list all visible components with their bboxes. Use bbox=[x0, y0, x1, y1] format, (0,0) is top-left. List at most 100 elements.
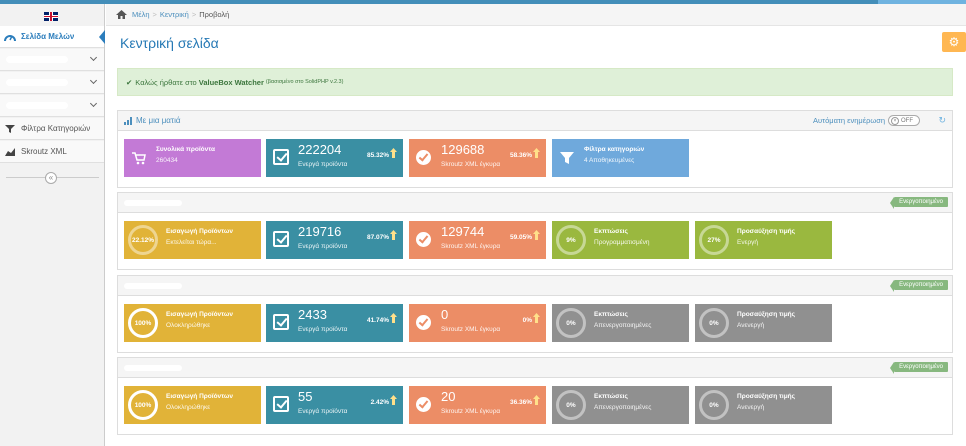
import-products-tile[interactable]: 100% Εισαγωγή Προϊόντων Ολοκληρώθηκε bbox=[124, 304, 261, 342]
skroutz-xml-tile[interactable]: 129688 Skroutz XML έγκυρα 58.36% bbox=[409, 139, 546, 177]
progress-ring: 0% bbox=[556, 390, 586, 420]
chevron-down-icon bbox=[89, 99, 98, 108]
toggle-label: OFF bbox=[901, 117, 913, 124]
discounts-tile[interactable]: 0% Εκπτώσεις Απενεργοποιημένες bbox=[552, 386, 689, 424]
tile-label: Ενεργά προϊόντα bbox=[298, 408, 348, 415]
redacted-shop-name bbox=[124, 364, 182, 371]
overview-panel-header: Με μια ματιά Αυτόματη ενημέρωση × OFF ↻ bbox=[118, 111, 952, 131]
sidebar-item-label: Φίλτρα Κατηγοριών bbox=[21, 124, 91, 133]
check-circle-icon bbox=[416, 397, 431, 412]
tile-percent: 85.32% bbox=[366, 152, 389, 159]
tile-percent: 58.36% bbox=[509, 152, 532, 159]
arrow-up-icon bbox=[533, 148, 540, 158]
cart-icon bbox=[132, 152, 146, 165]
arrow-up-icon bbox=[390, 230, 397, 240]
active-products-tile[interactable]: 222204 Ενεργά προϊόντα 85.32% bbox=[266, 139, 403, 177]
tile-percent: 41.74% bbox=[366, 317, 389, 324]
tile-title: Φίλτρα κατηγοριών bbox=[584, 146, 645, 153]
active-products-tile[interactable]: 55 Ενεργά προϊόντα 2.42% bbox=[266, 386, 403, 424]
toggle-knob-icon: × bbox=[891, 116, 899, 125]
progress-ring: 9% bbox=[556, 225, 586, 255]
checkbox-icon bbox=[273, 149, 289, 165]
shop-panel-header: Ενεργοποιημένο bbox=[118, 276, 952, 296]
sidebar-item-hidden-3[interactable] bbox=[0, 95, 104, 117]
tile-title: Εισαγωγή Προϊόντων bbox=[166, 393, 233, 400]
breadcrumb-current: Προβολή bbox=[199, 10, 230, 19]
sidebar-item-members-page[interactable]: Σελίδα Μελών bbox=[0, 26, 105, 48]
tile-percent: 36.36% bbox=[509, 399, 532, 406]
checkbox-icon bbox=[273, 231, 289, 247]
tile-percent: 2.42% bbox=[370, 399, 389, 406]
autoupdate-toggle[interactable]: × OFF bbox=[888, 115, 920, 126]
progress-ring: 100% bbox=[128, 308, 158, 338]
overview-panel: Με μια ματιά Αυτόματη ενημέρωση × OFF ↻ Σ… bbox=[117, 110, 953, 188]
redacted-label bbox=[6, 56, 68, 63]
home-icon[interactable] bbox=[116, 10, 127, 19]
price-increase-tile[interactable]: 27% Προσαύξηση τιμής Ενεργή bbox=[695, 221, 832, 259]
breadcrumb: Μέλη > Κεντρική > Προβολή bbox=[106, 4, 966, 26]
arrow-up-icon bbox=[390, 313, 397, 323]
welcome-alert: ✔ Καλώς ήρθατε στο ValueBox Watcher (βασ… bbox=[117, 68, 953, 96]
progress-ring: 22.12% bbox=[128, 225, 158, 255]
sidebar-item-category-filters[interactable]: Φίλτρα Κατηγοριών bbox=[0, 118, 104, 140]
gear-icon: ⚙ bbox=[948, 35, 960, 49]
arrow-up-icon bbox=[533, 395, 540, 405]
discounts-tile[interactable]: 0% Εκπτώσεις Απενεργοποιημένες bbox=[552, 304, 689, 342]
sidebar-item-label: Σελίδα Μελών bbox=[21, 32, 75, 41]
overview-title: Με μια ματιά bbox=[136, 116, 181, 125]
active-products-tile[interactable]: 2433 Ενεργά προϊόντα 41.74% bbox=[266, 304, 403, 342]
sidebar-item-skroutz-xml[interactable]: Skroutz XML bbox=[0, 141, 104, 163]
shop-panel: Ενεργοποιημένο 100% Εισαγωγή Προϊόντων Ο… bbox=[117, 357, 953, 435]
skroutz-xml-tile[interactable]: 20 Skroutz XML έγκυρα 36.36% bbox=[409, 386, 546, 424]
check-icon: ✔ bbox=[126, 77, 133, 87]
autoupdate-control: Αυτόματη ενημέρωση × OFF bbox=[813, 115, 920, 126]
category-filters-tile[interactable]: Φίλτρα κατηγοριών 4 Αποθηκευμένες bbox=[552, 139, 689, 177]
settings-gear-button[interactable]: ⚙ bbox=[942, 32, 966, 52]
tile-sub: Ενεργή bbox=[737, 239, 759, 246]
redacted-shop-name bbox=[124, 282, 182, 289]
check-circle-icon bbox=[416, 150, 431, 165]
chevron-down-icon bbox=[89, 76, 98, 85]
discounts-tile[interactable]: 9% Εκπτώσεις Προγραμματισμένη bbox=[552, 221, 689, 259]
tile-label: Skroutz XML έγκυρα bbox=[441, 243, 501, 250]
tile-title: Προσαύξηση τιμής bbox=[737, 311, 796, 318]
shop-panel: Ενεργοποιημένο 22.12% Εισαγωγή Προϊόντων… bbox=[117, 192, 953, 270]
check-circle-icon bbox=[416, 232, 431, 247]
sidebar-item-label: Skroutz XML bbox=[21, 147, 67, 156]
tile-title: Εκπτώσεις bbox=[594, 311, 628, 318]
breadcrumb-link-home[interactable]: Κεντρική bbox=[160, 10, 189, 19]
sidebar-item-hidden-2[interactable] bbox=[0, 72, 104, 94]
tile-sub: Προγραμματισμένη bbox=[594, 239, 650, 246]
progress-ring: 100% bbox=[128, 390, 158, 420]
active-products-tile[interactable]: 219716 Ενεργά προϊόντα 87.07% bbox=[266, 221, 403, 259]
sidebar-item-hidden-1[interactable] bbox=[0, 49, 104, 71]
price-increase-tile[interactable]: 0% Προσαύξηση τιμής Ανενεργή bbox=[695, 386, 832, 424]
import-products-tile[interactable]: 22.12% Εισαγωγή Προϊόντων Εκτελείται τώρ… bbox=[124, 221, 261, 259]
sidebar-collapse-button[interactable]: « bbox=[45, 172, 57, 184]
check-circle-icon bbox=[416, 315, 431, 330]
total-products-tile[interactable]: Συνολικά προϊόντα 260434 bbox=[124, 139, 261, 177]
skroutz-xml-tile[interactable]: 0 Skroutz XML έγκυρα 0% bbox=[409, 304, 546, 342]
filter-icon bbox=[5, 124, 15, 133]
tile-sub: Ολοκληρώθηκε bbox=[166, 322, 211, 329]
tile-value: 129688 bbox=[441, 142, 485, 157]
tile-label: Skroutz XML έγκυρα bbox=[441, 161, 501, 168]
import-products-tile[interactable]: 100% Εισαγωγή Προϊόντων Ολοκληρώθηκε bbox=[124, 386, 261, 424]
tile-title: Εισαγωγή Προϊόντων bbox=[166, 228, 233, 235]
autoupdate-label: Αυτόματη ενημέρωση bbox=[813, 116, 885, 125]
tile-sub: Απενεργοποιημένες bbox=[594, 322, 652, 329]
tile-sub: 4 Αποθηκευμένες bbox=[584, 157, 635, 164]
tile-value: 222204 bbox=[298, 142, 342, 157]
status-badge: Ενεργοποιημένο bbox=[890, 280, 948, 292]
breadcrumb-link-members[interactable]: Μέλη bbox=[132, 10, 150, 19]
skroutz-xml-tile[interactable]: 129744 Skroutz XML έγκυρα 59.05% bbox=[409, 221, 546, 259]
status-badge: Ενεργοποιημένο bbox=[890, 362, 948, 374]
price-increase-tile[interactable]: 0% Προσαύξηση τιμής Ανενεργή bbox=[695, 304, 832, 342]
alert-small: (βασισμένο στο SolidPHP v.2.3) bbox=[265, 79, 344, 85]
tile-title: Εκπτώσεις bbox=[594, 228, 628, 235]
uk-flag-icon[interactable] bbox=[44, 12, 58, 21]
refresh-icon[interactable]: ↻ bbox=[938, 115, 946, 126]
tile-sub: Εκτελείται τώρα... bbox=[166, 239, 217, 246]
shop-panel-header: Ενεργοποιημένο bbox=[118, 358, 952, 378]
tile-title: Εκπτώσεις bbox=[594, 393, 628, 400]
